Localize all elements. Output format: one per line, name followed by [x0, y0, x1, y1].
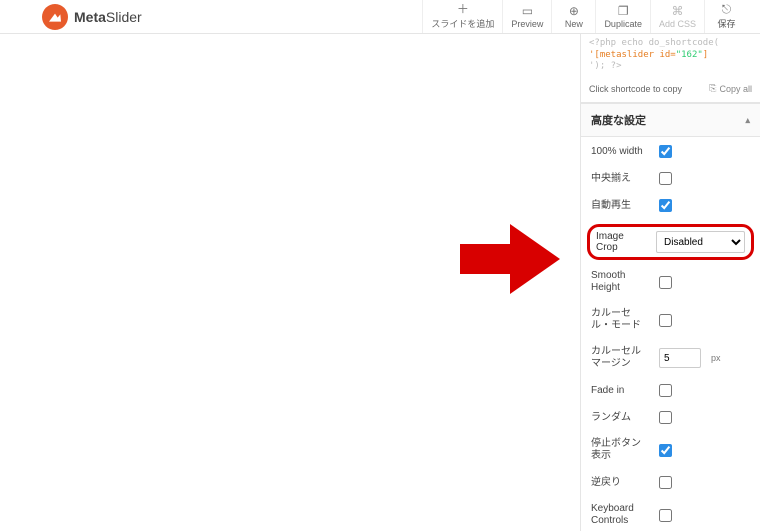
copy-icon: ⎘ — [709, 83, 716, 94]
logo-text: MetaSlider — [74, 9, 142, 25]
panel-title: 高度な設定 — [591, 112, 646, 128]
logo: MetaSlider — [42, 4, 142, 30]
center-checkbox[interactable] — [659, 172, 672, 185]
plus-icon: ＋ — [457, 3, 469, 15]
app-header: MetaSlider ＋ スライドを追加 ▭ Preview ⊕ New ❐ D… — [0, 0, 760, 34]
main-area: <?php echo do_shortcode( '[metaslider id… — [0, 34, 760, 531]
setting-fade-in: Fade in — [591, 384, 750, 397]
setting-smooth-height: Smooth Height — [591, 270, 750, 294]
red-arrow-icon — [460, 219, 560, 299]
shortcode-actions: Click shortcode to copy ⎘Copy all — [581, 79, 760, 103]
new-button[interactable]: ⊕ New — [551, 0, 595, 33]
duplicate-button[interactable]: ❐ Duplicate — [595, 0, 650, 33]
settings-sidebar: <?php echo do_shortcode( '[metaslider id… — [580, 34, 760, 531]
width100-checkbox[interactable] — [659, 145, 672, 158]
setting-keyboard: Keyboard Controls — [591, 503, 750, 527]
reverse-checkbox[interactable] — [659, 476, 672, 489]
camera-icon: ▭ — [522, 5, 533, 17]
setting-autoplay: 自動再生 — [591, 199, 750, 212]
carousel-mode-checkbox[interactable] — [659, 314, 672, 327]
setting-center: 中央揃え — [591, 172, 750, 185]
pause-checkbox[interactable] — [659, 444, 672, 457]
save-button[interactable]: ⎋ 保存 — [704, 0, 748, 33]
setting-carousel-margin: カルーセルマージン px — [591, 346, 750, 370]
code-line-1: <?php echo do_shortcode( — [589, 38, 752, 50]
setting-reverse: 逆戻り — [591, 476, 750, 489]
code-line-2: '[metaslider id="162"] — [589, 50, 752, 62]
code-line-3: '); ?> — [589, 61, 752, 73]
chevron-up-icon: ▴ — [745, 115, 750, 126]
advanced-settings-body: 100% width 中央揃え 自動再生 Image Crop Disabled… — [581, 137, 760, 531]
shortcode-box: <?php echo do_shortcode( '[metaslider id… — [581, 34, 760, 79]
click-to-copy-label[interactable]: Click shortcode to copy — [589, 84, 682, 94]
preview-button[interactable]: ▭ Preview — [502, 0, 551, 33]
toolbar: ＋ スライドを追加 ▭ Preview ⊕ New ❐ Duplicate ⌘ … — [422, 0, 748, 33]
duplicate-icon: ❐ — [618, 5, 629, 17]
setting-100width: 100% width — [591, 145, 750, 158]
fade-checkbox[interactable] — [659, 384, 672, 397]
canvas — [0, 34, 580, 531]
css-icon: ⌘ — [671, 5, 683, 17]
save-icon: ⎋ — [722, 3, 732, 15]
carousel-margin-input[interactable] — [659, 348, 701, 368]
plus-circle-icon: ⊕ — [569, 5, 579, 17]
setting-carousel-mode: カルーセル・モード — [591, 308, 750, 332]
copy-all-button[interactable]: ⎘Copy all — [709, 83, 752, 94]
add-css-button[interactable]: ⌘ Add CSS — [650, 0, 704, 33]
logo-icon — [42, 4, 68, 30]
autoplay-checkbox[interactable] — [659, 199, 672, 212]
setting-random: ランダム — [591, 411, 750, 424]
smooth-checkbox[interactable] — [659, 276, 672, 289]
random-checkbox[interactable] — [659, 411, 672, 424]
setting-pause-button: 停止ボタン表示 — [591, 438, 750, 462]
add-slide-button[interactable]: ＋ スライドを追加 — [422, 0, 502, 33]
setting-image-crop: Image Crop Disabled — [587, 224, 754, 260]
advanced-settings-header[interactable]: 高度な設定 ▴ — [581, 103, 760, 137]
image-crop-select[interactable]: Disabled — [656, 231, 745, 253]
keyboard-checkbox[interactable] — [659, 509, 672, 522]
